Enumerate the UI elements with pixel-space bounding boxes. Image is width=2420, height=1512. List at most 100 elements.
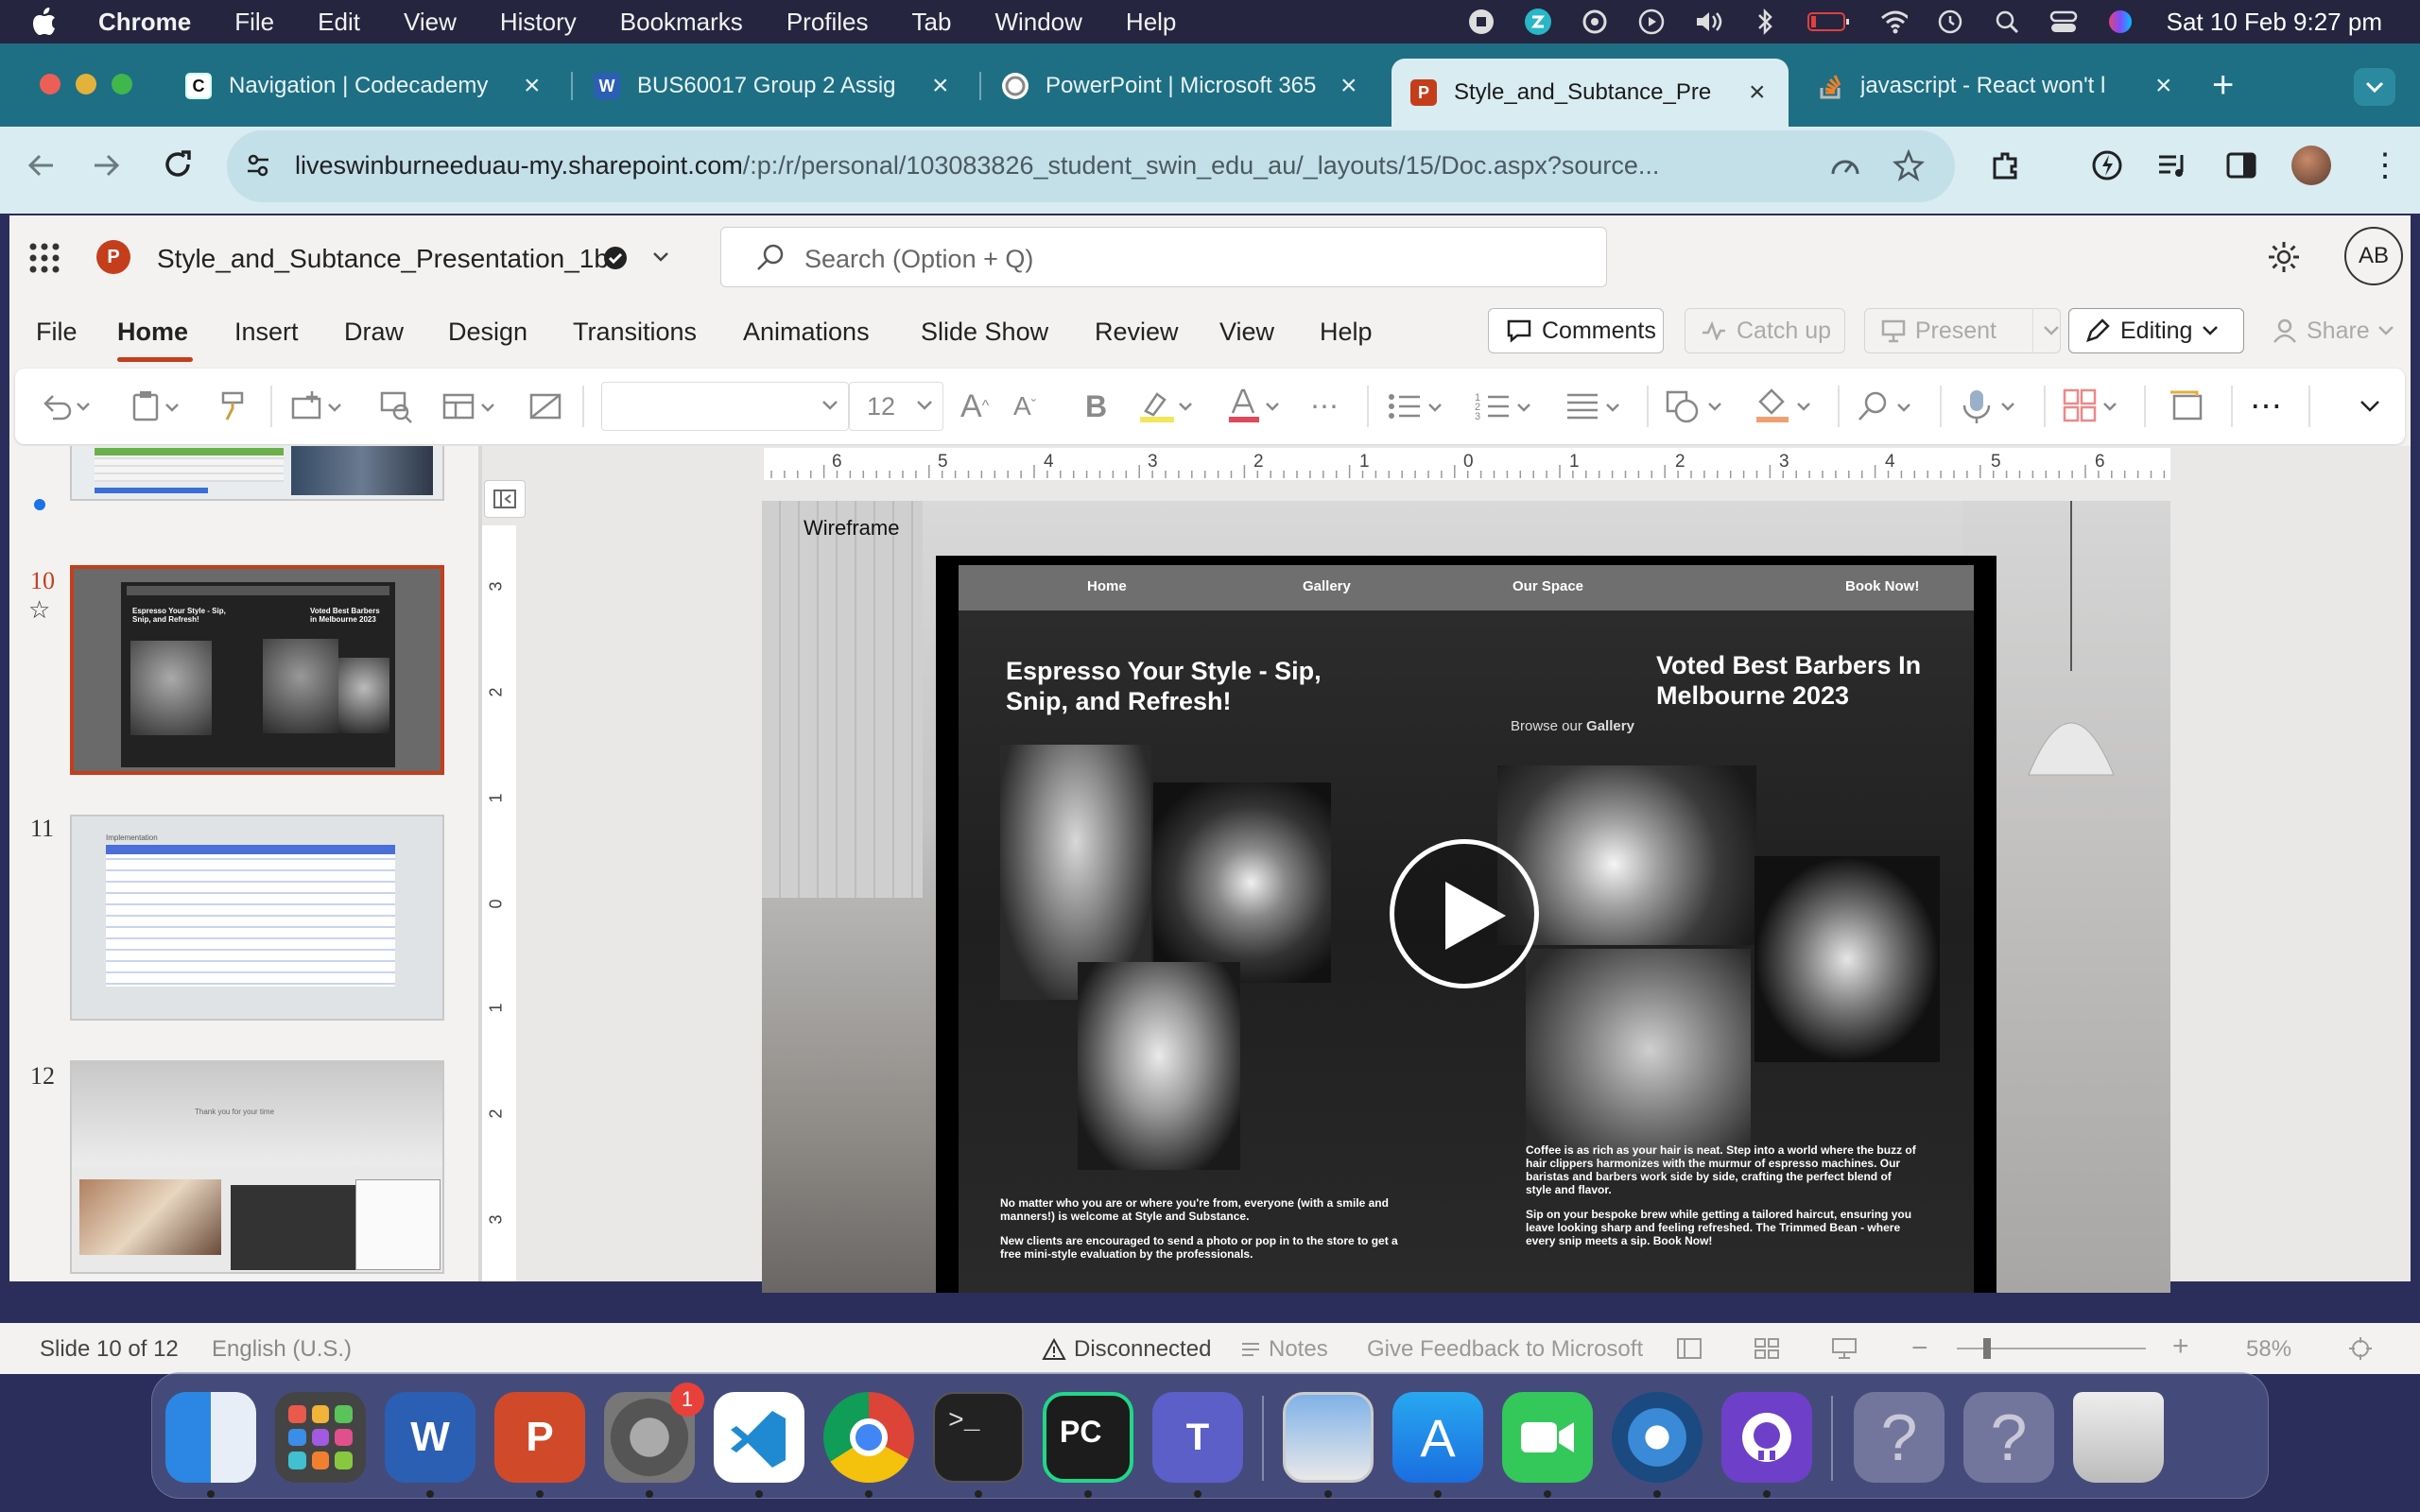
numbering-icon[interactable]: 123 xyxy=(1475,387,1537,425)
font-family-dropdown[interactable] xyxy=(601,382,849,431)
slide-thumbnail-11[interactable]: Implementation xyxy=(70,815,444,1021)
more-options-icon[interactable]: ⋯ xyxy=(2250,387,2282,425)
ribbon-tab-insert[interactable]: Insert xyxy=(234,318,299,347)
fit-to-window-icon[interactable] xyxy=(2348,1336,2373,1361)
vpn-icon[interactable] xyxy=(1524,8,1552,36)
highlight-color-icon[interactable] xyxy=(1138,387,1195,425)
reading-view-icon[interactable] xyxy=(1832,1338,1857,1359)
chrome-menu-icon[interactable]: ⋮ xyxy=(2369,149,2401,181)
bookmark-star-icon[interactable] xyxy=(1893,149,1925,181)
preview-icon[interactable] xyxy=(1283,1392,1374,1483)
window-close-button[interactable] xyxy=(40,74,60,94)
spotlight-icon[interactable] xyxy=(1993,8,2021,36)
teams-icon[interactable]: T xyxy=(1152,1392,1243,1483)
find-icon[interactable] xyxy=(1857,387,1919,425)
slide-thumbnail-10[interactable]: Espresso Your Style - Sip, Snip, and Ref… xyxy=(70,565,444,775)
bullets-icon[interactable] xyxy=(1386,387,1448,425)
comments-button[interactable]: Comments xyxy=(1488,308,1664,353)
media-controls-icon[interactable] xyxy=(2157,151,2189,180)
word-icon[interactable]: W xyxy=(385,1392,475,1483)
font-color-icon[interactable] xyxy=(1225,387,1282,425)
menubar-clock[interactable]: Sat 10 Feb 9:27 pm xyxy=(2167,8,2382,37)
menu-view[interactable]: View xyxy=(404,8,457,37)
vscode-icon[interactable] xyxy=(714,1392,804,1483)
chrome-icon[interactable] xyxy=(823,1392,914,1483)
volume-icon[interactable] xyxy=(1694,8,1722,36)
nav-our-space[interactable]: Our Space xyxy=(1512,578,1583,594)
github-icon[interactable] xyxy=(1721,1392,1812,1483)
siri-icon[interactable] xyxy=(2106,8,2135,36)
saved-status-icon[interactable] xyxy=(601,244,630,272)
browse-gallery-link[interactable]: Gallery xyxy=(1586,718,1634,734)
side-panel-icon[interactable] xyxy=(2225,149,2257,181)
browser-tab-word[interactable]: W BUS60017 Group 2 Assig × xyxy=(575,59,949,113)
reload-icon[interactable] xyxy=(161,147,195,181)
format-painter-icon[interactable] xyxy=(217,387,251,425)
play-icon[interactable] xyxy=(1637,8,1666,36)
site-info-icon[interactable] xyxy=(244,151,272,180)
ribbon-tab-file[interactable]: File xyxy=(36,318,78,347)
ribbon-tab-transitions[interactable]: Transitions xyxy=(573,318,697,347)
ribbon-tab-help[interactable]: Help xyxy=(1320,318,1373,347)
tab-close-icon[interactable]: × xyxy=(1340,70,1357,102)
collapse-thumbnails-button[interactable] xyxy=(484,480,526,518)
menu-file[interactable]: File xyxy=(234,8,274,37)
designer-icon[interactable] xyxy=(2063,387,2125,425)
zoom-slider[interactable] xyxy=(1957,1338,2146,1359)
normal-view-icon[interactable] xyxy=(1677,1338,1702,1359)
terminal-icon[interactable]: >_ xyxy=(933,1392,1024,1483)
finder-icon[interactable] xyxy=(165,1392,256,1483)
forward-icon[interactable] xyxy=(91,149,123,181)
time-machine-icon[interactable] xyxy=(1936,8,1964,36)
window-zoom-button[interactable] xyxy=(112,74,132,94)
shapes-icon[interactable] xyxy=(1666,387,1728,425)
ribbon-tab-animations[interactable]: Animations xyxy=(743,318,870,347)
menu-edit[interactable]: Edit xyxy=(318,8,360,37)
stop-icon[interactable] xyxy=(1467,8,1495,36)
increase-font-size-icon[interactable]: A ^ xyxy=(960,387,989,425)
browser-tab-stackoverflow[interactable]: javascript - React won't l × xyxy=(1798,59,2172,113)
wireframe-label[interactable]: Wireframe xyxy=(804,516,899,541)
battery-icon[interactable] xyxy=(1806,8,1851,36)
nav-home[interactable]: Home xyxy=(1087,578,1127,594)
share-button[interactable]: Share xyxy=(2259,308,2401,353)
slide-thumbnail-9[interactable] xyxy=(70,446,444,501)
paste-icon[interactable] xyxy=(130,387,183,425)
bold-icon[interactable]: B xyxy=(1085,387,1107,425)
trash-icon[interactable] xyxy=(2073,1392,2164,1483)
sync-icon[interactable] xyxy=(1581,8,1609,36)
control-center-icon[interactable] xyxy=(2049,8,2078,36)
app-store-icon[interactable]: A xyxy=(1392,1392,1483,1483)
dictate-icon[interactable] xyxy=(1961,387,2023,425)
language-indicator[interactable]: English (U.S.) xyxy=(212,1336,352,1363)
chevron-down-icon[interactable] xyxy=(652,251,669,263)
background-icon[interactable] xyxy=(527,387,565,425)
extension-bolt-icon[interactable] xyxy=(2091,149,2123,181)
performance-icon[interactable] xyxy=(1830,151,1860,180)
ribbon-tab-view[interactable]: View xyxy=(1219,318,1274,347)
help-2-icon[interactable]: ? xyxy=(1963,1392,2054,1483)
new-tab-button[interactable]: + xyxy=(2212,64,2234,107)
apple-icon[interactable] xyxy=(32,8,57,36)
ribbon-tab-draw[interactable]: Draw xyxy=(344,318,404,347)
present-button[interactable]: Present xyxy=(1864,308,2061,353)
profile-avatar[interactable] xyxy=(2291,146,2331,185)
app-launcher-icon[interactable] xyxy=(28,242,60,274)
chevron-down-icon[interactable] xyxy=(2032,308,2060,353)
slide-sorter-icon[interactable] xyxy=(1754,1338,1779,1359)
menu-app-name[interactable]: Chrome xyxy=(98,8,191,37)
nav-gallery[interactable]: Gallery xyxy=(1303,578,1351,594)
powerpoint-icon[interactable]: P xyxy=(494,1392,585,1483)
zoom-in-button[interactable]: + xyxy=(2172,1331,2189,1363)
shape-fill-icon[interactable] xyxy=(1754,387,1817,425)
menu-help[interactable]: Help xyxy=(1126,8,1176,37)
more-font-options-icon[interactable]: ⋯ xyxy=(1310,387,1339,425)
zoom-level[interactable]: 58% xyxy=(2246,1336,2291,1363)
font-size-dropdown[interactable]: 12 xyxy=(849,382,943,431)
launchpad-icon[interactable] xyxy=(275,1392,366,1483)
collapse-ribbon-icon[interactable] xyxy=(2360,387,2380,425)
tab-search-button[interactable] xyxy=(2354,68,2395,106)
notes-button[interactable]: Notes xyxy=(1240,1336,1328,1363)
copilot-icon[interactable] xyxy=(2169,387,2206,425)
url-text[interactable]: liveswinburneeduau-my.sharepoint.com/:p:… xyxy=(295,151,1659,180)
